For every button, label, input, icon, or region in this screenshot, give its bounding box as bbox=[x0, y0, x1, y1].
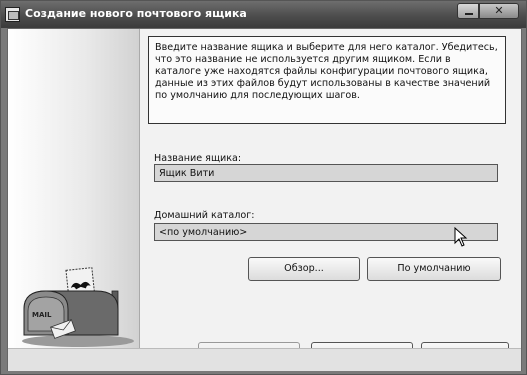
default-button[interactable]: По умолчанию bbox=[367, 257, 501, 281]
mailbox-name-label: Название ящика: bbox=[154, 153, 242, 164]
app-icon bbox=[5, 7, 20, 22]
wizard-main-panel: Введите название ящика и выберите для не… bbox=[140, 29, 521, 366]
home-dir-input[interactable]: <по умолчанию> bbox=[154, 223, 498, 241]
mailbox-label: MAIL bbox=[32, 311, 52, 319]
mailbox-name-input[interactable]: Ящик Вити bbox=[154, 164, 498, 182]
wizard-window: Создание нового почтового ящика ✕ MAIL В… bbox=[0, 0, 527, 375]
mailbox-illustration: MAIL bbox=[22, 267, 134, 347]
window-controls: ✕ bbox=[457, 3, 519, 21]
window-title: Создание нового почтового ящика bbox=[25, 7, 247, 20]
mouse-cursor-icon bbox=[454, 227, 468, 247]
browse-button[interactable]: Обзор... bbox=[248, 257, 360, 281]
minimize-icon[interactable] bbox=[457, 3, 479, 19]
wizard-side-panel: MAIL bbox=[8, 29, 140, 348]
wizard-footer bbox=[8, 348, 521, 371]
home-dir-label: Домашний каталог: bbox=[154, 210, 255, 221]
title-bar[interactable]: Создание нового почтового ящика ✕ bbox=[1, 1, 526, 28]
close-icon[interactable]: ✕ bbox=[479, 3, 519, 19]
instructions-text: Введите название ящика и выберите для не… bbox=[148, 36, 506, 124]
wizard-client-area: MAIL Введите название ящика и выберите д… bbox=[7, 28, 522, 371]
